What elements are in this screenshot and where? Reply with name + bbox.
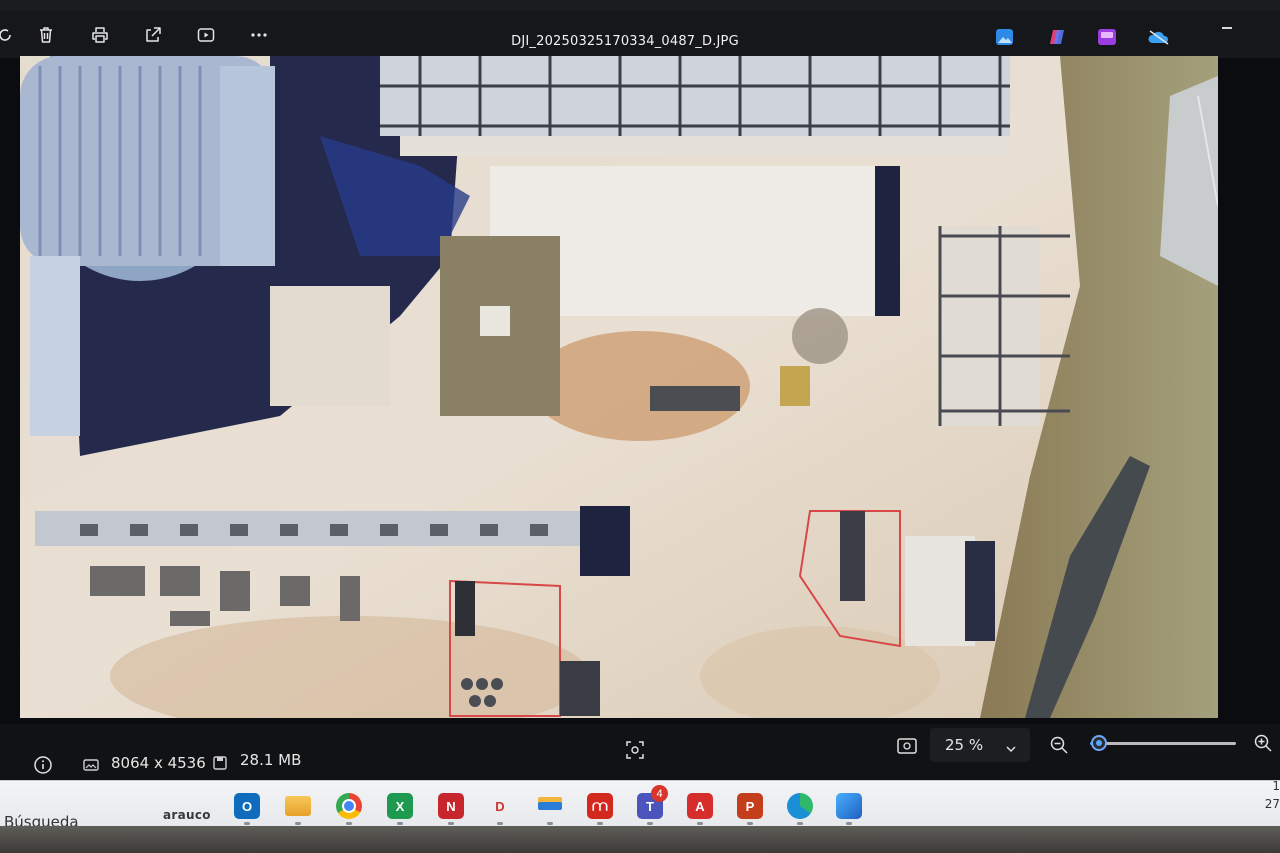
aerial-construction-photo [20,56,1218,718]
stack-icon [537,793,563,819]
taskbar-running-indicator [295,822,301,825]
taskbar-autocad-button[interactable]: A [686,792,714,820]
image-dimensions: 8064 x 4536 [111,754,206,772]
taskbar-app-d-button[interactable]: D [486,792,514,820]
zoom-in-button[interactable] [1253,733,1273,757]
zoom-out-button[interactable] [1049,735,1069,759]
taskbar-running-indicator [448,822,454,825]
slideshow-button[interactable] [193,22,219,48]
d-app-icon: D [495,798,505,814]
monitor-bezel-top [0,0,1280,10]
share-button[interactable] [140,22,166,48]
folder-icon [285,796,311,816]
zoom-level-value: 25 % [945,736,984,754]
clock-time[interactable]: 1 [1272,779,1280,793]
taskbar-running-indicator [497,822,503,825]
taskbar-running-indicator [697,822,703,825]
zoom-in-icon [1254,734,1272,752]
file-name-title: DJI_20250325170334_0487_D.JPG [511,34,739,49]
chrome-icon [336,793,362,819]
actual-size-button[interactable] [897,738,917,758]
zoom-out-icon [1050,736,1068,754]
taskbar-running-indicator [747,822,753,825]
rotate-icon [0,29,11,41]
clock-date[interactable]: 27 [1265,797,1280,811]
taskbar-file-explorer-button[interactable] [284,792,312,820]
taskbar-running-indicator [797,822,803,825]
photos-icon [836,793,862,819]
outlook-icon: O [234,793,260,819]
file-size: 28.1 MB [240,751,302,769]
trash-icon [40,27,52,43]
taskbar-news-button[interactable]: N [437,792,465,820]
print-button[interactable] [87,22,113,48]
rotate-button[interactable] [0,22,18,48]
taskbar-acrobat-button[interactable]: ⩋ [586,792,614,820]
chevron-down-icon [1005,739,1017,758]
taskbar-chrome-button[interactable] [335,792,363,820]
taskbar-folder-app-button[interactable] [536,792,564,820]
taskbar-running-indicator [547,822,553,825]
minimize-button[interactable] [1222,27,1232,29]
photo-viewer-toolbar: DJI_20250325170334_0487_D.JPG [0,10,1280,58]
play-icon [197,28,215,42]
taskbar-outlook-button[interactable]: O [233,792,261,820]
taskbar-running-indicator [397,822,403,825]
onedrive-icon[interactable] [1147,28,1171,46]
info-button[interactable] [33,755,53,779]
news-icon: N [438,793,464,819]
edge-icon [787,793,813,819]
taskbar-running-indicator [244,822,250,825]
dimensions-icon [83,757,99,776]
printer-icon [92,27,108,43]
ellipsis-icon [251,33,267,37]
share-icon [146,27,161,42]
fit-to-window-button[interactable] [625,740,645,764]
delete-button[interactable] [33,22,59,48]
taskbar-photos-button[interactable] [835,792,863,820]
copilot-icon[interactable] [1047,28,1067,46]
taskbar-running-indicator [846,822,852,825]
teams-notification-badge: 4 [651,785,668,802]
autocad-icon: A [687,793,713,819]
aerial-photo-image [20,56,1218,718]
photos-edit-icon[interactable] [995,28,1015,46]
more-options-button[interactable] [246,22,272,48]
taskbar-running-indicator [346,822,352,825]
taskbar-edge-button[interactable] [786,792,814,820]
fit-screen-icon [626,741,644,759]
info-icon [34,756,52,774]
pdf-icon: ⩋ [587,793,613,819]
excel-icon: X [387,793,413,819]
taskbar-excel-button[interactable]: X [386,792,414,820]
zoom-slider-track[interactable] [1098,742,1236,745]
save-disk-icon [213,755,227,774]
search-brand-label: arauco [163,808,211,822]
taskbar-powerpoint-button[interactable]: P [736,792,764,820]
monitor-bezel-bottom [0,826,1280,853]
clipchamp-icon[interactable] [1097,28,1117,46]
taskbar-running-indicator [597,822,603,825]
taskbar-running-indicator [647,822,653,825]
actual-size-icon [897,738,917,754]
powerpoint-icon: P [737,793,763,819]
